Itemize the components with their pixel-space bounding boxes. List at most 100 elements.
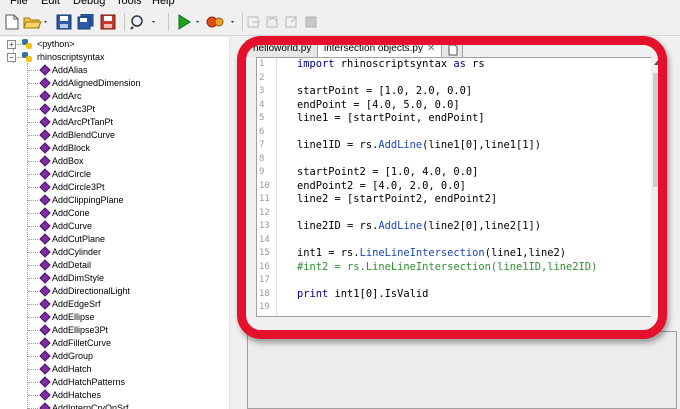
line-number: 15 <box>259 248 270 258</box>
function-icon <box>39 129 51 141</box>
code-line: line2 = [startPoint2, endPoint2] <box>297 193 497 205</box>
new-file-icon[interactable] <box>4 12 20 32</box>
tab-intersection-objects[interactable]: intersection objects.py ✕ <box>317 40 443 57</box>
python-icon <box>22 39 32 49</box>
toolbar-separator <box>124 13 125 31</box>
code-line: line1 = [startPoint, endPoint] <box>297 112 485 124</box>
tree-root-label: rhinoscriptsyntax <box>37 52 105 62</box>
function-icon <box>39 233 51 245</box>
step-over-icon[interactable] <box>265 12 281 32</box>
tree-connector <box>28 239 38 240</box>
code-token: line2 = [startPoint2, endPoint2] <box>297 193 498 205</box>
tree-item-label: AddBox <box>52 156 84 166</box>
run-icon[interactable] <box>175 12 205 32</box>
toolbar-separator <box>168 13 169 31</box>
step-into-icon[interactable] <box>246 12 262 32</box>
menu-tools[interactable]: Tools <box>116 0 142 8</box>
code-editor[interactable]: 1 2 3 4 5 6 7 8 9 10 11 12 13 14 15 16 17 18 19 import rhi… <box>256 57 664 317</box>
tree-connector <box>28 187 38 188</box>
new-tab-button[interactable] <box>441 40 463 57</box>
menu-debug[interactable]: Debug <box>73 0 105 8</box>
code-token: print <box>297 287 329 300</box>
menu-help[interactable]: Help <box>152 0 175 8</box>
collapse-icon[interactable]: − <box>7 53 16 62</box>
function-icon <box>39 155 51 167</box>
function-icon <box>39 324 51 336</box>
line-number: 3 <box>259 86 265 96</box>
tree-item-label: AddClippingPlane <box>52 195 124 205</box>
tree-connector <box>28 96 38 97</box>
tree-item-label: AddBlendCurve <box>52 130 116 140</box>
tree-connector <box>28 265 38 266</box>
tree-connector <box>28 122 38 123</box>
save-all-icon[interactable] <box>77 12 95 32</box>
tree-connector <box>28 135 38 136</box>
tree-item-label: AddDirectionalLight <box>52 286 131 296</box>
line-number: 12 <box>259 207 270 218</box>
line-number: 16 <box>259 261 270 272</box>
code-line: import rhinoscriptsyntax as rs <box>297 58 485 70</box>
editor-tabs: helloworld.py ✕ intersection objects.py ✕ <box>243 37 680 57</box>
tree-item-label: AddCutPlane <box>52 234 106 244</box>
tree-item-label: AddHatchPatterns <box>52 377 126 387</box>
line-number: 13 <box>259 221 270 231</box>
menu-edit[interactable]: Edit <box>41 0 60 8</box>
function-icon <box>39 181 51 193</box>
stop-icon[interactable] <box>303 12 319 32</box>
scrollbar-thumb[interactable] <box>653 73 662 187</box>
tree-item-label: AddCircle3Pt <box>52 182 105 192</box>
tree-connector <box>28 174 38 175</box>
expand-icon[interactable]: + <box>7 40 16 49</box>
tree-item-label: AddBlock <box>52 143 91 153</box>
toolbar-separator <box>242 13 243 31</box>
tree-connector <box>28 148 38 149</box>
new-tab-icon <box>448 44 458 56</box>
close-icon[interactable]: ✕ <box>427 43 435 54</box>
code-line: startPoint = [1.0, 2.0, 0.0] <box>297 85 472 97</box>
line-number: 11 <box>259 194 270 204</box>
tree-item-label: AddCircle <box>52 169 92 179</box>
tree-connector <box>28 356 38 357</box>
code-token: rs <box>465 58 485 70</box>
debug-icon[interactable] <box>205 12 239 32</box>
function-icon <box>39 337 51 349</box>
tree-connector <box>28 70 38 71</box>
tree-item-label: AddArcPtTanPt <box>52 117 114 127</box>
output-panel <box>247 331 677 409</box>
code-token: startPoint2 = [1.0, 4.0, 0.0] <box>297 166 479 178</box>
tree-scrollbar[interactable] <box>229 37 241 409</box>
line-number: 18 <box>259 288 270 299</box>
function-icon <box>39 77 51 89</box>
code-token: int1[0].IsValid <box>328 287 429 300</box>
scroll-up-icon[interactable] <box>654 60 662 65</box>
tree-connector <box>28 317 38 318</box>
line-number: 17 <box>259 275 270 285</box>
tab-label: intersection objects.py <box>324 43 423 54</box>
step-out-icon[interactable] <box>284 12 300 32</box>
function-icon <box>39 311 51 323</box>
tree-item-label: AddDetail <box>52 260 92 270</box>
tree-item-label: AddHatches <box>52 390 102 400</box>
function-icon <box>39 363 51 375</box>
tree-item-label: AddInterpCrvOnSrf <box>52 403 129 409</box>
function-icon <box>39 142 51 154</box>
code-token: endPoint = [4.0, 5.0, 0.0] <box>297 98 460 111</box>
code-line: endPoint2 = [4.0, 2.0, 0.0] <box>297 180 466 192</box>
function-icon <box>39 285 51 297</box>
tree-connector <box>28 200 38 201</box>
code-token: line1ID = rs. <box>297 139 379 151</box>
menu-file[interactable]: File <box>10 0 28 8</box>
editor-scrollbar[interactable] <box>651 57 665 317</box>
save-as-icon[interactable] <box>99 12 117 32</box>
function-icon <box>39 64 51 76</box>
find-icon[interactable] <box>130 12 160 32</box>
tree-connector <box>27 63 28 409</box>
line-number: 8 <box>259 153 265 164</box>
code-token: line2ID = rs. <box>297 220 379 232</box>
function-icon <box>39 194 51 206</box>
function-icon <box>39 298 51 310</box>
editor-pane: helloworld.py✕ intersection objects.py✕ … <box>243 37 680 409</box>
function-tree[interactable]: + <python> − rhinoscriptsyntax AddAlias A… <box>0 37 241 409</box>
save-icon[interactable] <box>55 12 73 32</box>
open-folder-icon[interactable] <box>23 12 49 32</box>
